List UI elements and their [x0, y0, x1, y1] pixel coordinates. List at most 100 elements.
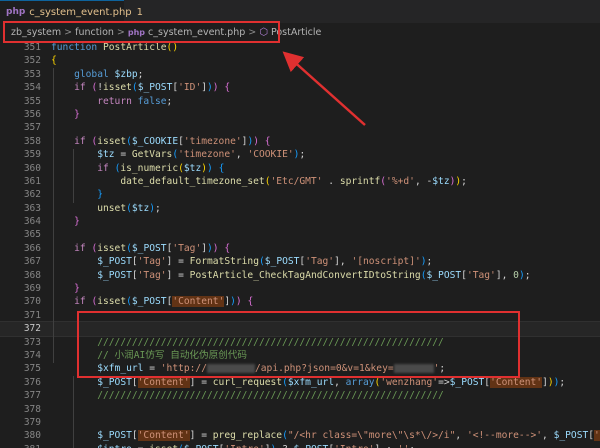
line-code: return false;: [97, 95, 173, 107]
line-number: 358: [23, 135, 41, 147]
code-line[interactable]: 378: [0, 403, 600, 416]
breadcrumb-file[interactable]: c_system_event.php: [148, 27, 245, 38]
breadcrumb-symbol[interactable]: PostArticle: [271, 27, 321, 38]
line-code: if (is_numeric($tz)) {: [97, 162, 225, 174]
problem-count-badge: 1: [136, 6, 144, 18]
code-line[interactable]: 358 if (isset($_COOKIE['timezone'])) {: [0, 135, 600, 148]
code-line[interactable]: 359 $tz = GetVars('timezone', 'COOKIE');: [0, 148, 600, 161]
code-line[interactable]: 363 unset($tz);: [0, 202, 600, 215]
line-code: $intro = isset($_POST['Intro']) ? $_POST…: [51, 443, 415, 448]
line-code: if (isset($_COOKIE['timezone'])) {: [74, 135, 271, 147]
code-line[interactable]: 373 ////////////////////////////////////…: [0, 336, 600, 349]
code-line[interactable]: 380 $_POST['Content'] = preg_replace("/<…: [0, 429, 600, 442]
code-line[interactable]: 353 global $zbp;: [0, 68, 600, 81]
line-number: 379: [23, 416, 41, 428]
line-code: {: [51, 55, 57, 67]
line-number: 368: [23, 269, 41, 281]
line-number: 366: [23, 242, 41, 254]
line-code: if (!isset($_POST['ID'])) {: [74, 82, 231, 94]
code-line[interactable]: 374 // 小润AI仿写 自动化伪原创代码: [0, 349, 600, 362]
code-line[interactable]: 357: [0, 121, 600, 134]
line-code: $tz = GetVars('timezone', 'COOKIE');: [97, 149, 306, 161]
line-code: }: [97, 189, 103, 201]
line-code: ////////////////////////////////////////…: [97, 336, 444, 348]
code-line[interactable]: 376 $_POST['Content'] = curl_request($xf…: [0, 376, 600, 389]
line-number: 380: [23, 430, 41, 442]
breadcrumb: zb_system > function > php c_system_even…: [0, 23, 600, 41]
indent-guide: [53, 68, 54, 363]
line-number: 372: [23, 323, 41, 335]
code-line[interactable]: 364 }: [0, 215, 600, 228]
line-number: 351: [23, 42, 41, 53]
method-cube-icon: ⬡: [259, 26, 268, 38]
php-icon: php: [6, 7, 26, 17]
line-number: 374: [23, 349, 41, 361]
code-editor[interactable]: 351 function PostArticle() 352 { 353 glo…: [0, 41, 600, 448]
code-line[interactable]: 375 $xfm_url = 'http:///api.php?json=0&v…: [0, 362, 600, 375]
line-number: 369: [23, 283, 41, 295]
line-number: 356: [23, 108, 41, 120]
line-code: }: [74, 283, 80, 295]
line-number: 353: [23, 68, 41, 80]
redacted-domain: [207, 363, 255, 373]
code-line[interactable]: 354 if (!isset($_POST['ID'])) {: [0, 81, 600, 94]
redacted-key: [393, 363, 434, 373]
tab-c-system-event[interactable]: php c_system_event.php 1: [0, 0, 143, 23]
code-line[interactable]: 368 $_POST['Tag'] = PostArticle_CheckTag…: [0, 269, 600, 282]
line-number: 363: [23, 202, 41, 214]
line-code: ////////////////////////////////////////…: [97, 390, 444, 402]
line-code: $_POST['Content'] = curl_request($xfm_ur…: [97, 376, 566, 388]
code-line[interactable]: 352 {: [0, 54, 600, 67]
line-number: 376: [23, 376, 41, 388]
line-number: 361: [23, 175, 41, 187]
line-code: global $zbp;: [74, 68, 144, 80]
code-line[interactable]: 365: [0, 228, 600, 241]
code-line[interactable]: 355 return false;: [0, 95, 600, 108]
code-line[interactable]: 381 $intro = isset($_POST['Intro']) ? $_…: [0, 443, 600, 448]
php-icon: php: [127, 27, 146, 37]
code-line-current[interactable]: 372: [0, 321, 600, 337]
tab-filename: c_system_event.php: [29, 6, 132, 18]
code-line[interactable]: 362 }: [0, 188, 600, 201]
breadcrumb-separator: >: [64, 26, 73, 38]
line-code: $_POST['Content'] = preg_replace("/<hr c…: [51, 429, 600, 442]
chinese-comment: // 小润AI仿写 自动化伪原创代码: [97, 349, 247, 361]
line-number: 357: [23, 122, 41, 134]
breadcrumb-zb-system[interactable]: zb_system: [11, 27, 61, 38]
line-code: if (isset($_POST['Tag'])) {: [74, 242, 231, 254]
code-line[interactable]: 370 if (isset($_POST['Content'])) {: [0, 295, 600, 308]
line-number: 373: [23, 336, 41, 348]
line-number: 352: [23, 55, 41, 67]
line-code: }: [74, 216, 80, 228]
line-number: 375: [23, 363, 41, 375]
line-code: unset($tz);: [97, 202, 161, 214]
line-code: date_default_timezone_set('Etc/GMT' . sp…: [120, 175, 467, 187]
line-code: if (isset($_POST['Content'])) {: [74, 296, 254, 308]
line-number: 377: [23, 390, 41, 402]
code-line[interactable]: 366 if (isset($_POST['Tag'])) {: [0, 242, 600, 255]
breadcrumb-separator: >: [116, 26, 125, 38]
code-line[interactable]: 367 $_POST['Tag'] = FormatString($_POST[…: [0, 255, 600, 268]
code-line[interactable]: 377 ////////////////////////////////////…: [0, 389, 600, 402]
code-line[interactable]: 356 }: [0, 108, 600, 121]
line-number: 370: [23, 296, 41, 308]
code-line[interactable]: 360 if (is_numeric($tz)) {: [0, 162, 600, 175]
tab-bar: php c_system_event.php 1: [0, 0, 600, 23]
line-number: 365: [23, 229, 41, 241]
line-number: 355: [23, 95, 41, 107]
line-code: function PostArticle(): [51, 42, 179, 53]
line-number: 371: [23, 309, 41, 321]
code-line[interactable]: 361 date_default_timezone_set('Etc/GMT' …: [0, 175, 600, 188]
line-code: $_POST['Tag'] = FormatString($_POST['Tag…: [97, 256, 433, 268]
line-number: 362: [23, 189, 41, 201]
line-number: 360: [23, 162, 41, 174]
code-line[interactable]: 371: [0, 309, 600, 322]
breadcrumb-function[interactable]: function: [75, 27, 114, 38]
line-number: 354: [23, 82, 41, 94]
code-line[interactable]: 379: [0, 416, 600, 429]
line-code: // 小润AI仿写 自动化伪原创代码: [51, 349, 247, 362]
line-number: 359: [23, 149, 41, 161]
code-line[interactable]: 351 function PostArticle(): [0, 41, 600, 54]
line-code: $_POST['Tag'] = PostArticle_CheckTagAndC…: [97, 269, 531, 281]
code-line[interactable]: 369 }: [0, 282, 600, 295]
